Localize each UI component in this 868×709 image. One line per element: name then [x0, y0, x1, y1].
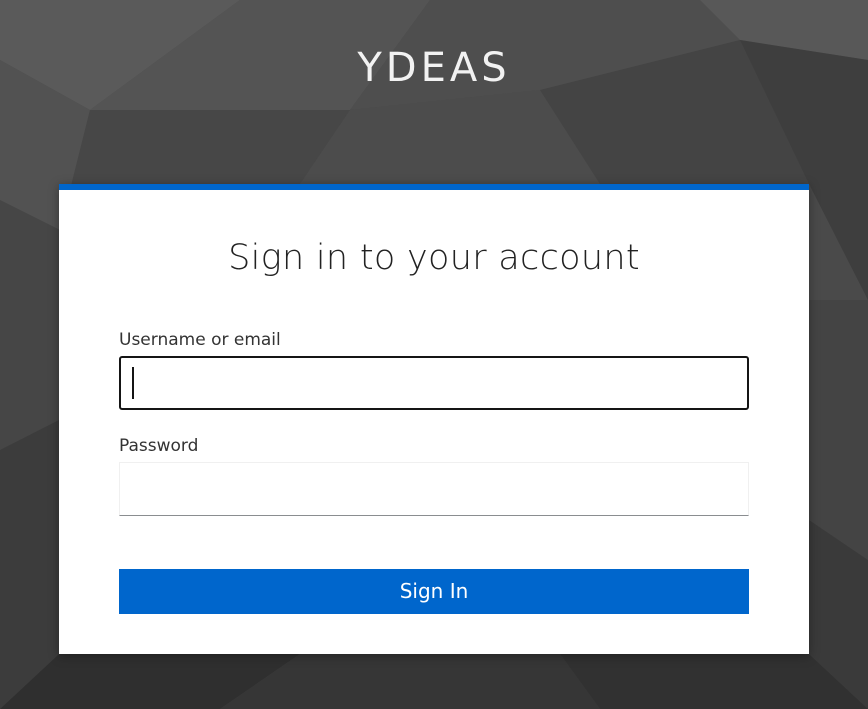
text-caret: [132, 367, 134, 399]
username-input[interactable]: [119, 356, 749, 410]
password-input[interactable]: [119, 462, 749, 516]
password-label: Password: [119, 436, 199, 456]
page-title: Sign in to your account: [228, 238, 640, 278]
login-card: Sign in to your account Username or emai…: [59, 184, 809, 654]
login-page: YDEAS Sign in to your account Username o…: [0, 0, 868, 709]
username-label: Username or email: [119, 330, 281, 350]
brand-name: YDEAS: [357, 45, 511, 91]
sign-in-button[interactable]: Sign In: [119, 569, 749, 614]
